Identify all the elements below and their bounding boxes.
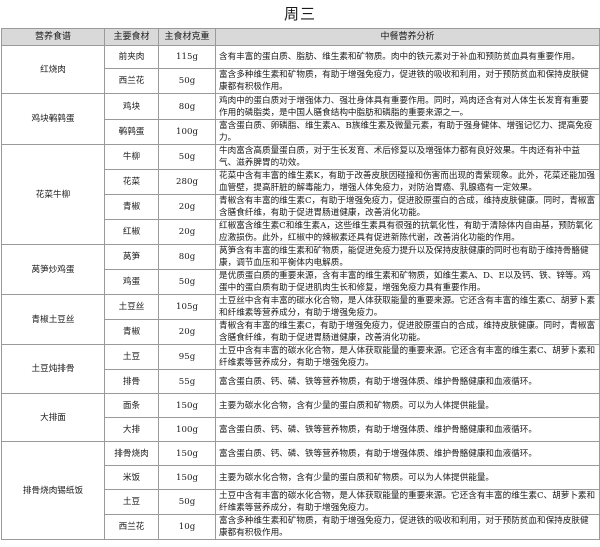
analysis-cell: 莴笋含有丰富的维生素和矿物质，能促进免疫力提升以及保持皮肤健康的同时也有助于维持…	[215, 244, 600, 270]
analysis-cell: 富含蛋白质、卵磷脂、维生素A、B族维生素及微量元素，有助于强身健体、增强记忆力、…	[215, 119, 600, 145]
weight-cell: 50g	[158, 144, 216, 170]
analysis-cell: 是优质蛋白质的重要来源，含有丰富的维生素和矿物质，如维生素A、D、E以及钙、铁、…	[215, 269, 600, 295]
ingredient-cell: 土豆	[104, 344, 159, 370]
weight-cell: 50g	[158, 68, 216, 94]
dish-name-cell: 土豆炖排骨	[1, 344, 105, 394]
dish-name-cell: 鸡块鹌鹑蛋	[1, 93, 105, 145]
weight-cell: 80g	[158, 244, 216, 270]
analysis-cell: 富含多种维生素和矿物质，有助于增强免疫力，促进铁的吸收和利用，对于预防贫血和保持…	[215, 514, 600, 540]
analysis-cell: 含有丰富的蛋白质、脂肪、维生素和矿物质。肉中的铁元素对于补血和预防贫血具有重要作…	[215, 45, 600, 69]
weight-cell: 20g	[158, 194, 216, 220]
dish-name-cell: 花菜牛柳	[1, 144, 105, 245]
weight-cell: 150g	[158, 465, 216, 490]
table-header-row: 营养食谱 主要食材 主食材克重 中餐营养分析	[1, 28, 600, 46]
ingredient-cell: 土豆	[104, 489, 159, 515]
ingredient-cell: 大排	[104, 417, 159, 442]
weight-cell: 10g	[158, 514, 216, 540]
table-row: 鸡块鹌鹑蛋 鸡块 80g 鸡肉中的蛋白质对于增强体力、强壮身体具有重要作用。同时，鸡肉…	[1, 93, 600, 145]
weight-cell: 280g	[158, 169, 216, 195]
analysis-cell: 主要为碳水化合物，含有少量的蛋白质和矿物质。可以为人体提供能量。	[215, 465, 600, 490]
weight-cell: 50g	[158, 269, 216, 295]
ingredient-cell: 西兰花	[104, 514, 159, 540]
dish-name-cell: 红烧肉	[1, 45, 105, 94]
table-row: 青椒土豆丝 土豆丝 105g 土豆丝中含有丰富的碳水化合物，是人体获取能量的重要来源。…	[1, 294, 600, 345]
nutrition-table: 营养食谱 主要食材 主食材克重 中餐营养分析 红烧肉 前夹肉 115g 含有丰富的蛋白…	[1, 28, 600, 540]
analysis-cell: 富含多种维生素和矿物质，有助于增强免疫力，促进铁的吸收和利用，对于预防贫血和保持…	[215, 68, 600, 94]
header-weight: 主食材克重	[158, 28, 216, 46]
ingredient-cell: 排骨烧肉	[104, 441, 159, 466]
ingredient-cell: 鸡蛋	[104, 269, 159, 295]
dish-name-cell: 大排面	[1, 393, 105, 442]
weight-cell: 50g	[158, 489, 216, 515]
table-row: 莴笋炒鸡蛋 莴笋 80g 莴笋含有丰富的维生素和矿物质，能促进免疫力提升以及保持皮肤健…	[1, 244, 600, 295]
ingredient-cell: 西兰花	[104, 68, 159, 94]
ingredient-cell: 面条	[104, 393, 159, 418]
analysis-cell: 富含蛋白质、钙、磷、铁等营养物质，有助于增强体质、维护骨骼健康和血液循环。	[215, 417, 600, 442]
ingredient-cell: 青椒	[104, 319, 159, 345]
weight-cell: 100g	[158, 417, 216, 442]
dish-name-cell: 排骨烧肉锡纸饭	[1, 441, 105, 540]
header-ingredient: 主要食材	[104, 28, 159, 46]
analysis-cell: 土豆中含有丰富的碳水化合物，是人体获取能量的重要来源。它还含有丰富的维生素C、胡…	[215, 489, 600, 515]
table-row: 红烧肉 前夹肉 115g 含有丰富的蛋白质、脂肪、维生素和矿物质。肉中的铁元素对于补血…	[1, 45, 600, 94]
table-row: 大排面 面条 150g 主要为碳水化合物，含有少量的蛋白质和矿物质。可以为人体提供能量…	[1, 393, 600, 442]
ingredient-cell: 鹌鹑蛋	[104, 119, 159, 145]
page-title: 周三	[283, 5, 316, 23]
ingredient-cell: 鸡块	[104, 93, 159, 120]
analysis-cell: 土豆中含有丰富的碳水化合物，是人体获取能量的重要来源。它还含有丰富的维生素C、胡…	[215, 344, 600, 370]
dish-name-cell: 莴笋炒鸡蛋	[1, 244, 105, 295]
weight-cell: 55g	[158, 369, 216, 394]
ingredient-cell: 米饭	[104, 465, 159, 490]
page: 周三 营养食谱 主要食材 主食材克重 中餐营养分析 红烧肉 前夹肉 115g 含有丰富…	[0, 0, 600, 547]
analysis-cell: 主要为碳水化合物，含有少量的蛋白质和矿物质。可以为人体提供能量。	[215, 393, 600, 418]
weight-cell: 150g	[158, 441, 216, 466]
weight-cell: 20g	[158, 319, 216, 345]
dish-name-cell: 青椒土豆丝	[1, 294, 105, 345]
analysis-cell: 富含蛋白质、钙、磷、铁等营养物质，有助于增强体质、维护骨骼健康和血液循环。	[215, 441, 600, 466]
ingredient-cell: 红椒	[104, 219, 159, 245]
weight-cell: 150g	[158, 393, 216, 418]
ingredient-cell: 牛柳	[104, 144, 159, 170]
analysis-cell: 花菜中含有丰富的维生素K，有助于改善皮肤因碰撞和伤害而出现的青紫现象。此外，花菜…	[215, 169, 600, 195]
table-body: 红烧肉 前夹肉 115g 含有丰富的蛋白质、脂肪、维生素和矿物质。肉中的铁元素对于补血…	[1, 45, 600, 540]
ingredient-cell: 青椒	[104, 194, 159, 220]
analysis-cell: 富含蛋白质、钙、磷、铁等营养物质，有助于增强体质、维护骨骼健康和血液循环。	[215, 369, 600, 394]
analysis-cell: 青椒含有丰富的维生素C，有助于增强免疫力，促进胶原蛋白的合成，维持皮肤健康。同时…	[215, 194, 600, 220]
ingredient-cell: 排骨	[104, 369, 159, 394]
weight-cell: 80g	[158, 93, 216, 120]
analysis-cell: 红椒富含维生素C和维生素A，这些维生素具有很强的抗氧化性，有助于清除体内自由基，…	[215, 219, 600, 245]
analysis-cell: 牛肉富含高质量蛋白质，对于生长发育、术后修复以及增强体力都有良好效果。牛肉还有补…	[215, 144, 600, 170]
weight-cell: 115g	[158, 45, 216, 69]
weight-cell: 105g	[158, 294, 216, 320]
weight-cell: 20g	[158, 219, 216, 245]
table-row: 土豆炖排骨 土豆 95g 土豆中含有丰富的碳水化合物，是人体获取能量的重要来源。它还含…	[1, 344, 600, 394]
header-analysis: 中餐营养分析	[215, 28, 600, 46]
weight-cell: 100g	[158, 119, 216, 145]
table-row: 花菜牛柳 牛柳 50g 牛肉富含高质量蛋白质，对于生长发育、术后修复以及增强体力都有良…	[1, 144, 600, 245]
analysis-cell: 鸡肉中的蛋白质对于增强体力、强壮身体具有重要作用。同时，鸡肉还含有对人体生长发育…	[215, 93, 600, 120]
header-recipe: 营养食谱	[1, 28, 105, 46]
ingredient-cell: 土豆丝	[104, 294, 159, 320]
weight-cell: 95g	[158, 344, 216, 370]
analysis-cell: 土豆丝中含有丰富的碳水化合物，是人体获取能量的重要来源。它还含有丰富的维生素C、…	[215, 294, 600, 320]
ingredient-cell: 前夹肉	[104, 45, 159, 69]
ingredient-cell: 莴笋	[104, 244, 159, 270]
analysis-cell: 青椒含有丰富的维生素C，有助于增强免疫力，促进胶原蛋白的合成，维持皮肤健康。同时…	[215, 319, 600, 345]
table-row: 排骨烧肉锡纸饭 排骨烧肉 150g 富含蛋白质、钙、磷、铁等营养物质，有助于增强体质、…	[1, 441, 600, 540]
ingredient-cell: 花菜	[104, 169, 159, 195]
